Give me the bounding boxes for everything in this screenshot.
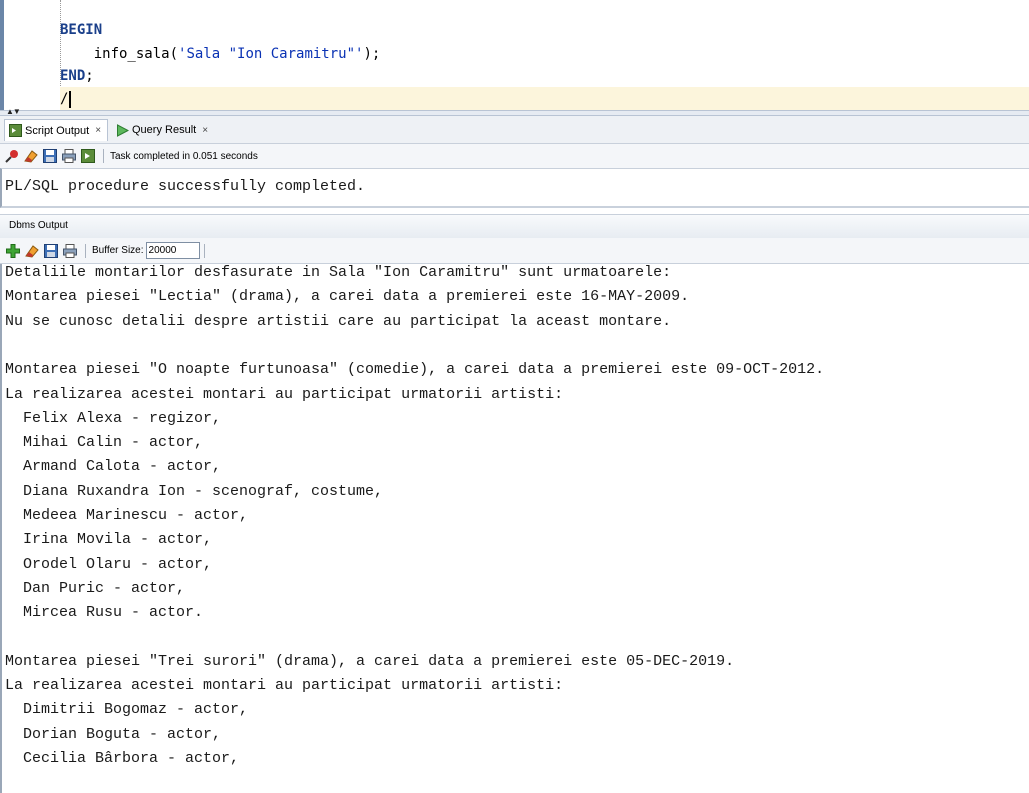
pin-icon[interactable] — [4, 148, 20, 164]
dbms-output-line: Montarea piesei "Trei surori" (drama), a… — [5, 653, 735, 670]
dbms-output-line: Dan Puric - actor, — [5, 580, 186, 597]
buffer-size-label: Buffer Size: — [92, 245, 144, 256]
tab-query-result[interactable]: Query Result × — [112, 119, 214, 141]
code-editor[interactable]: BEGIN info_sala('Sala "Ion Caramitru"');… — [0, 0, 1029, 110]
dbms-output-line: La realizarea acestei montari au partici… — [5, 677, 564, 694]
collapse-arrows-icon[interactable]: ▲▼ — [6, 108, 21, 116]
eraser-icon[interactable] — [24, 243, 40, 259]
code-token: info_sala( — [60, 46, 179, 62]
save-icon[interactable] — [42, 148, 58, 164]
text-caret — [69, 90, 72, 108]
dbms-output-line: Nu se cunosc detalii despre artistii car… — [5, 313, 672, 330]
dbms-output-text-area[interactable]: Detaliile montarilor desfasurate in Sala… — [0, 264, 1029, 793]
tab-script-output-label: Script Output — [25, 124, 90, 137]
script-output-text: PL/SQL procedure successfully completed. — [5, 178, 366, 195]
dbms-output-line: Felix Alexa - regizor, — [5, 410, 222, 427]
code-token: ); — [363, 46, 381, 62]
code-keyword: BEGIN — [60, 22, 103, 38]
code-keyword: END — [60, 68, 86, 84]
dbms-output-line: Armand Calota - actor, — [5, 458, 222, 475]
dbms-output-line: Dorian Boguta - actor, — [5, 726, 222, 743]
tab-query-result-label: Query Result — [132, 124, 197, 136]
dbms-output-line: Mihai Calin - actor, — [5, 434, 204, 451]
code-line[interactable]: END; — [60, 64, 94, 88]
script-output-icon — [9, 124, 22, 137]
dbms-output-line: Detaliile montarilor desfasurate in Sala… — [5, 264, 672, 281]
dbms-output-line: La realizarea acestei montari au partici… — [5, 386, 564, 403]
save-icon[interactable] — [43, 243, 59, 259]
result-tabs-bar: Script Output × Query Result × — [0, 116, 1029, 144]
dbms-output-line: Cecilia Bârbora - actor, — [5, 750, 240, 767]
code-string: 'Sala "Ion Caramitru"' — [178, 46, 364, 62]
code-token: ; — [85, 68, 94, 84]
print-icon[interactable] — [61, 148, 77, 164]
dbms-output-line: Montarea piesei "O noapte furtunoasa" (c… — [5, 361, 825, 378]
toolbar-divider — [85, 243, 86, 258]
close-icon[interactable]: × — [202, 125, 208, 136]
eraser-icon[interactable] — [23, 148, 39, 164]
dbms-output-toolbar: Buffer Size: — [0, 238, 1029, 264]
tab-script-output[interactable]: Script Output × — [4, 119, 109, 141]
dbms-output-line: Irina Movila - actor, — [5, 531, 213, 548]
open-script-icon[interactable] — [80, 148, 96, 164]
dbms-output-line: Mircea Rusu - actor. — [5, 604, 204, 621]
code-token: / — [60, 91, 69, 107]
buffer-size-input[interactable] — [145, 242, 200, 259]
close-icon[interactable]: × — [95, 125, 101, 136]
code-line-current[interactable]: / — [60, 87, 1029, 110]
code-line[interactable]: BEGIN — [60, 18, 102, 42]
dbms-output-line: Orodel Olaru - actor, — [5, 556, 213, 573]
dbms-output-line: Medeea Marinescu - actor, — [5, 507, 249, 524]
dbms-output-line: Dimitrii Bogomaz - actor, — [5, 701, 249, 718]
toolbar-divider — [203, 243, 205, 258]
task-status-text: Task completed in 0.051 seconds — [110, 150, 258, 162]
dbms-output-title: Dbms Output — [0, 214, 1029, 238]
print-icon[interactable] — [62, 243, 78, 259]
code-line[interactable]: info_sala('Sala "Ion Caramitru"'); — [60, 42, 381, 66]
dbms-output-line: Montarea piesei "Lectia" (drama), a care… — [5, 288, 690, 305]
script-output-toolbar: Task completed in 0.051 seconds — [0, 144, 1029, 168]
dbms-output-panel: Dbms Output Buffer Size: Detaliile monta… — [0, 214, 1029, 793]
dbms-output-line: Diana Ruxandra Ion - scenograf, costume, — [5, 483, 384, 500]
script-output-area[interactable]: PL/SQL procedure successfully completed. — [0, 168, 1029, 208]
toolbar-divider — [103, 149, 104, 163]
run-query-icon — [117, 123, 129, 137]
add-connection-icon[interactable] — [5, 243, 21, 259]
